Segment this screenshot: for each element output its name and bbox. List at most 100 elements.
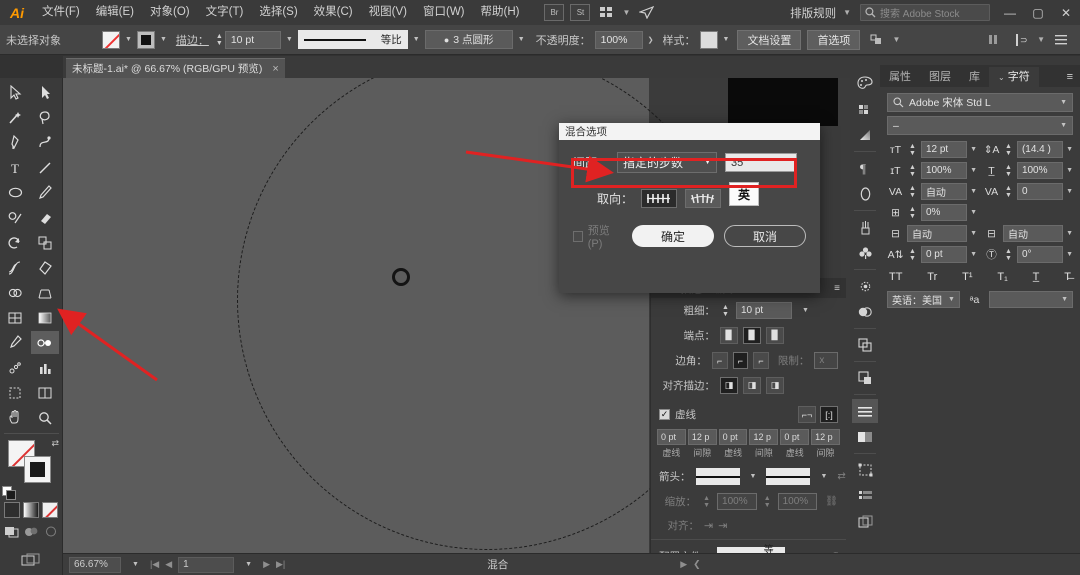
- select-similar-icon[interactable]: [865, 31, 887, 49]
- character-rotation-stepper[interactable]: ▲ ▼: [1003, 248, 1014, 262]
- menu-type[interactable]: 文字(T): [198, 0, 252, 25]
- shaper-tool[interactable]: [1, 206, 29, 229]
- cap-projecting-icon[interactable]: ▉: [766, 327, 784, 344]
- underline-button[interactable]: T̲: [1033, 271, 1040, 283]
- font-style-select[interactable]: – ▼: [887, 116, 1073, 135]
- change-screen-mode-icon[interactable]: [21, 553, 41, 571]
- tracking-chevron-icon[interactable]: ▼: [1066, 188, 1073, 195]
- artboard-number-chevron-icon[interactable]: ▼: [240, 561, 257, 568]
- menu-file[interactable]: 文件(F): [34, 0, 88, 25]
- tracking-field[interactable]: 0: [1016, 183, 1064, 200]
- strikethrough-button[interactable]: T̶: [1064, 271, 1071, 283]
- stroke-weight-chevron-icon[interactable]: ▼: [281, 36, 298, 43]
- arrowhead-end-select[interactable]: [766, 468, 811, 485]
- dash-value-5[interactable]: 12 p: [811, 429, 840, 445]
- line-segment-tool[interactable]: [31, 156, 59, 179]
- leading-chevron-icon[interactable]: ▼: [1066, 146, 1073, 153]
- menu-object[interactable]: 对象(O): [142, 0, 198, 25]
- lasso-tool[interactable]: [31, 106, 59, 129]
- arrange-rules-label[interactable]: 排版规则: [786, 5, 840, 21]
- arrange-grid-icon[interactable]: [595, 4, 617, 22]
- vertical-scale-stepper[interactable]: ▲ ▼: [907, 164, 918, 178]
- tsume-field[interactable]: 0%: [920, 204, 968, 221]
- horizontal-scale-chevron-icon[interactable]: ▼: [1066, 167, 1073, 174]
- eraser-tool[interactable]: [31, 206, 59, 229]
- ok-button[interactable]: 确定: [632, 225, 714, 247]
- menu-edit[interactable]: 编辑(E): [88, 0, 142, 25]
- slice-tool[interactable]: [31, 381, 59, 404]
- leading-field[interactable]: (14.4 ): [1016, 141, 1064, 158]
- brush-definition-select[interactable]: ● 3 点圆形: [424, 30, 513, 49]
- menu-window[interactable]: 窗口(W): [415, 0, 473, 25]
- corner-round-icon[interactable]: ⌐: [732, 352, 749, 369]
- maximize-icon[interactable]: ▢: [1024, 0, 1052, 25]
- stroke-weight-dropdown-icon[interactable]: ▼: [797, 307, 814, 314]
- perspective-grid-tool[interactable]: [31, 281, 59, 304]
- tsume-chevron-icon[interactable]: ▼: [970, 209, 977, 216]
- pathfinder-panel-icon[interactable]: [852, 333, 878, 357]
- horizontal-scale-stepper[interactable]: ▲ ▼: [1003, 164, 1014, 178]
- menu-effect[interactable]: 效果(C): [306, 0, 361, 25]
- color-mode-button[interactable]: [4, 502, 20, 518]
- align-outside-icon[interactable]: ◨: [766, 377, 784, 394]
- corner-miter-icon[interactable]: ⌐: [711, 352, 728, 369]
- character-rotation-field[interactable]: 0°: [1016, 246, 1064, 263]
- stroke-weight-stepper-icon[interactable]: ▲ ▼: [720, 304, 731, 318]
- symbol-sprayer-tool[interactable]: [1, 356, 29, 379]
- draw-behind-icon[interactable]: [24, 525, 39, 541]
- artboard-nav-last[interactable]: ▶|: [276, 559, 285, 570]
- baseline-shift-stepper[interactable]: ▲ ▼: [907, 248, 918, 262]
- close-icon[interactable]: ✕: [1052, 0, 1080, 25]
- appearance-panel-icon[interactable]: [852, 274, 878, 298]
- paper-plane-icon[interactable]: [635, 4, 657, 22]
- stroke-weight-label[interactable]: 描边：: [176, 32, 209, 48]
- link-scales-icon[interactable]: ⛓: [825, 496, 838, 507]
- spacing-mode-select[interactable]: 指定的步数 ▼: [617, 152, 718, 173]
- free-transform-tool[interactable]: [31, 256, 59, 279]
- swatches-panel-icon[interactable]: [852, 97, 878, 121]
- curvature-tool[interactable]: [31, 131, 59, 154]
- stroke-color-swatch[interactable]: [24, 456, 51, 483]
- arrow-scale-end-stepper[interactable]: ▲ ▼: [762, 495, 773, 509]
- panel-menu-icon[interactable]: [1050, 31, 1072, 49]
- superscript-button[interactable]: T¹: [962, 271, 972, 283]
- tab-properties[interactable]: 属性: [880, 67, 920, 87]
- arrow-scale-start-field[interactable]: 100%: [717, 493, 757, 510]
- font-style-chevron-icon[interactable]: ▼: [1060, 122, 1067, 129]
- eyedropper-tool[interactable]: [1, 331, 29, 354]
- arrow-scale-start-stepper[interactable]: ▲ ▼: [701, 495, 712, 509]
- corner-bevel-icon[interactable]: ⌐: [753, 352, 769, 369]
- baseline-shift-chevron-icon[interactable]: ▼: [970, 251, 977, 258]
- stroke-profile-chevron-icon[interactable]: ▼: [408, 36, 425, 43]
- none-mode-button[interactable]: [42, 502, 58, 518]
- stroke-weight-stepper[interactable]: ▲ ▼: [214, 33, 225, 47]
- vertical-scale-chevron-icon[interactable]: ▼: [970, 167, 977, 174]
- minimize-icon[interactable]: —: [996, 0, 1024, 25]
- fill-chevron-icon[interactable]: ▼: [120, 36, 137, 43]
- gradient-mode-button[interactable]: [23, 502, 39, 518]
- cancel-button[interactable]: 取消: [724, 225, 806, 247]
- tab-character[interactable]: ⌄ 字符: [989, 67, 1039, 87]
- character-rotation-chevron-icon[interactable]: ▼: [1066, 251, 1073, 258]
- stroke-weight-field[interactable]: 10 pt: [735, 302, 792, 319]
- arrange-grid-chevron-icon[interactable]: ▼: [619, 8, 633, 17]
- artboard-number-field[interactable]: 1: [178, 556, 235, 573]
- status-expand-icon[interactable]: ▶: [680, 559, 687, 570]
- stroke-swatch[interactable]: [136, 30, 155, 49]
- font-family-select[interactable]: Adobe 宋体 Std L ▼: [887, 93, 1073, 112]
- arrow-align-tip-icon[interactable]: ⇥: [718, 519, 727, 532]
- arrowhead-end-chevron-icon[interactable]: ▼: [815, 473, 832, 480]
- align-to-page-icon[interactable]: [641, 189, 678, 208]
- gradient-panel-icon[interactable]: [852, 123, 878, 147]
- dashed-line-checkbox[interactable]: ✓: [659, 409, 670, 420]
- document-tab[interactable]: 未标题-1.ai* @ 66.67% (RGB/GPU 预览) ×: [66, 58, 285, 78]
- swap-arrowheads-icon[interactable]: ⇄: [837, 471, 845, 482]
- rotate-tool[interactable]: [1, 231, 29, 254]
- graphic-style-swatch[interactable]: [699, 30, 718, 49]
- gradient2-panel-icon[interactable]: [852, 425, 878, 449]
- dash-value-1[interactable]: 12 p: [687, 429, 717, 445]
- spacing-steps-input[interactable]: 35: [725, 153, 798, 172]
- arrowhead-start-chevron-icon[interactable]: ▼: [745, 473, 762, 480]
- document-setup-button[interactable]: 文档设置: [737, 29, 802, 50]
- color-panel-icon[interactable]: [852, 71, 878, 95]
